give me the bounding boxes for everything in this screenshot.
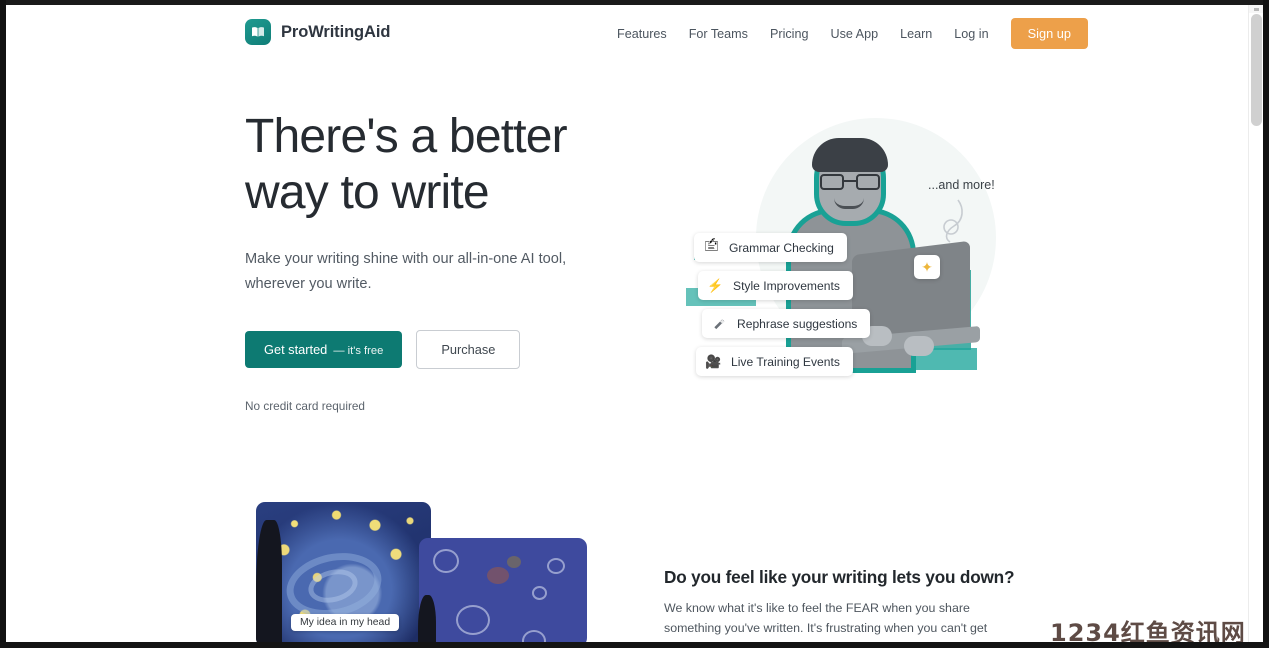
lightning-bolt-icon: ⚡: [707, 277, 724, 293]
spiral-decoration: [522, 630, 546, 642]
spiral-decoration: [433, 549, 459, 573]
magic-wand-icon: [711, 315, 728, 332]
lower-section-title: Do you feel like your writing lets you d…: [664, 567, 1015, 587]
person-hair: [812, 138, 888, 172]
window-edge-right: [1263, 0, 1269, 648]
get-started-label: Get started: [264, 342, 328, 357]
spiral-decoration: [532, 586, 547, 600]
purchase-button[interactable]: Purchase: [416, 330, 521, 369]
nav-link-use-app[interactable]: Use App: [819, 21, 889, 47]
browser-window: ProWritingAid Features For Teams Pricing…: [0, 0, 1269, 648]
brand-name: ProWritingAid: [281, 22, 391, 41]
open-book-icon: [245, 19, 271, 45]
feature-label: Live Training Events: [731, 354, 840, 369]
feature-card-live-training-events[interactable]: 🎥 Live Training Events: [696, 347, 853, 376]
sparkle-icon: ✦: [914, 255, 940, 279]
feature-label: Grammar Checking: [729, 240, 834, 255]
cypress-tree: [256, 520, 282, 642]
feature-label: Rephrase suggestions: [737, 316, 858, 331]
get-started-suffix: — it's free: [333, 345, 384, 357]
hero-section: There's a better way to write Make your …: [245, 109, 605, 413]
main-navigation: Features For Teams Pricing Use App Learn…: [606, 18, 1089, 49]
hero-subtitle: Make your writing shine with our all-in-…: [245, 251, 567, 292]
nav-link-pricing[interactable]: Pricing: [759, 21, 820, 47]
spiral-decoration: [547, 558, 565, 574]
paint-blotch: [507, 556, 521, 568]
video-camera-icon: 🎥: [705, 353, 722, 369]
nav-link-learn[interactable]: Learn: [889, 21, 943, 47]
artwork-comparison: My idea in my head: [245, 497, 605, 642]
hero-illustration: ...and more! ✦ 🖆 Grammar Checking ⚡ Styl…: [666, 100, 1036, 400]
callout-connector-line: [943, 199, 963, 243]
person-hand: [904, 336, 934, 356]
artwork-caption: My idea in my head: [291, 614, 400, 631]
paint-blotch: [487, 567, 509, 584]
nav-link-features[interactable]: Features: [606, 21, 678, 47]
feature-callout-list: 🖆 Grammar Checking ⚡ Style Improvements …: [694, 233, 871, 376]
feather-icon: 🖆: [703, 237, 720, 253]
lower-section-body: We know what it's like to feel the FEAR …: [664, 601, 988, 642]
glasses-icon: [820, 174, 880, 190]
sign-up-button[interactable]: Sign up: [1010, 18, 1089, 49]
nav-link-for-teams[interactable]: For Teams: [678, 21, 759, 47]
simplified-artwork-image: [419, 538, 587, 642]
nav-link-log-in[interactable]: Log in: [943, 21, 999, 47]
window-edge-top: [0, 0, 1269, 5]
scroll-up-button[interactable]: [1249, 5, 1264, 13]
and-more-label: ...and more!: [928, 178, 995, 192]
web-page: ProWritingAid Features For Teams Pricing…: [6, 5, 1254, 642]
cypress-tree: [418, 595, 436, 642]
vertical-scrollbar[interactable]: [1248, 5, 1264, 648]
feature-card-grammar-checking[interactable]: 🖆 Grammar Checking: [694, 233, 847, 262]
site-header: ProWritingAid Features For Teams Pricing…: [6, 5, 1254, 61]
feature-label: Style Improvements: [733, 278, 840, 293]
hero-title: There's a better way to write: [245, 110, 568, 219]
get-started-button[interactable]: Get started — it's free: [245, 331, 403, 368]
spiral-decoration: [456, 605, 490, 635]
window-edge-bottom: [0, 642, 1269, 648]
lower-text-section: Do you feel like your writing lets you d…: [664, 567, 1016, 642]
window-edge-left: [0, 0, 6, 648]
scrollbar-thumb[interactable]: [1251, 14, 1262, 126]
brand-logo-link[interactable]: ProWritingAid: [245, 19, 390, 45]
feature-card-style-improvements[interactable]: ⚡ Style Improvements: [698, 271, 853, 300]
feature-card-rephrase-suggestions[interactable]: Rephrase suggestions: [702, 309, 871, 338]
watermark-text: 1234红鱼资讯网: [1050, 619, 1246, 642]
hero-cta-group: Get started — it's free Purchase: [245, 330, 605, 369]
no-credit-card-note: No credit card required: [245, 399, 365, 413]
